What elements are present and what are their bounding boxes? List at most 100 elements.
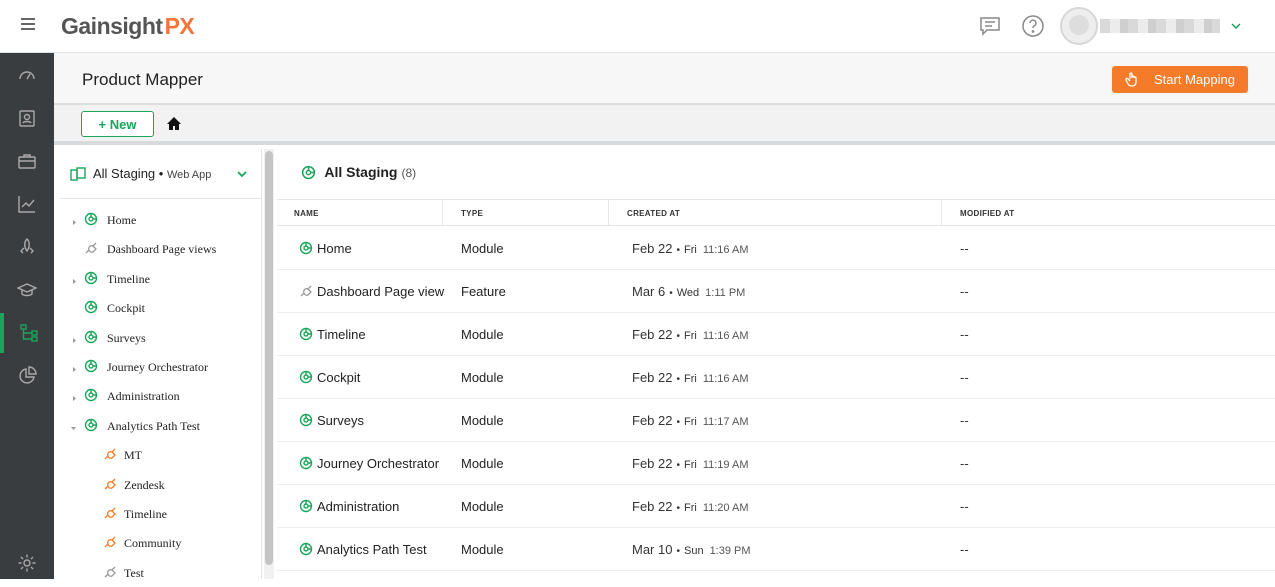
caret-right-icon[interactable] [71,362,78,372]
contacts-icon[interactable] [0,98,54,138]
hamburger-menu-icon[interactable] [21,18,35,30]
row-name[interactable]: Journey Orchestrator [317,456,445,471]
page-title: Product Mapper [82,70,203,89]
row-type: Module [461,542,504,557]
help-icon[interactable] [1021,14,1045,38]
toolbar: + New [54,105,1275,145]
row-created: Mar 10 • Sun 1:39 PM [632,542,751,557]
left-nav [0,53,54,579]
module-icon [299,542,313,556]
row-name[interactable]: Administration [317,499,445,514]
app-selector[interactable]: All Staging • Web App [60,149,262,199]
table-row[interactable]: Administration Module Feb 22 • Fri 11:20 AM -- [277,485,1275,528]
tree-item-label: Community [124,536,182,551]
row-created: Feb 22 • Fri 11:20 AM [632,499,749,514]
tree-item[interactable]: Surveys [60,323,262,352]
tree-item[interactable]: Journey Orchestrator [60,352,262,381]
row-modified: -- [960,413,969,428]
row-created: Feb 22 • Fri 11:16 AM [632,370,749,385]
app-selector-label: All Staging [93,166,156,181]
row-modified: -- [960,327,969,342]
tree-item[interactable]: MT [60,440,262,469]
user-name[interactable] [1100,19,1220,33]
module-icon [299,413,313,427]
tree-item[interactable]: Timeline [60,499,262,528]
column-header-name[interactable]: NAME [294,209,319,218]
tree-item[interactable]: Zendesk [60,470,262,499]
scrollbar-thumb[interactable] [265,151,273,565]
column-header-modified[interactable]: MODIFIED AT [960,209,1014,218]
tree-item[interactable]: Administration [60,381,262,410]
tree-item-label: Home [107,213,137,227]
home-icon[interactable] [166,116,182,132]
table-row[interactable]: Journey Orchestrator Module Feb 22 • Fri 11:1… [277,442,1275,485]
graduation-cap-icon[interactable] [0,270,54,310]
avatar[interactable] [1060,7,1098,45]
row-name[interactable]: Dashboard Page views [317,284,445,299]
column-header-type[interactable]: TYPE [461,209,483,218]
module-icon [84,330,98,344]
pie-chart-icon[interactable] [0,356,54,396]
column-header-created[interactable]: CREATED AT [627,209,680,218]
tree-item[interactable]: Home [60,205,262,234]
row-name[interactable]: Home [317,241,445,256]
table-row[interactable]: Cockpit Module Feb 22 • Fri 11:16 AM -- [277,356,1275,399]
tree-item-label: Timeline [107,271,150,286]
row-name[interactable]: Surveys [317,413,445,428]
chevron-down-icon[interactable] [1230,19,1242,31]
tree-item-label: Dashboard Page views [107,242,217,257]
tree-item[interactable]: Test [60,558,262,587]
main-panel: All Staging (8) NAME TYPE CREATED AT MODI… [277,149,1275,579]
rocket-icon[interactable] [0,227,54,267]
page-header: Product Mapper Start Mapping [54,53,1275,105]
feature-orange-icon [103,535,117,549]
product-mapper-icon[interactable] [0,313,54,353]
table-row[interactable]: Home Module Feb 22 • Fri 11:16 AM -- [277,227,1275,270]
chat-icon[interactable] [978,14,1002,38]
start-mapping-button[interactable]: Start Mapping [1112,66,1248,93]
table-row[interactable]: Dashboard Page views Feature Mar 6 • Wed 1:11… [277,270,1275,313]
chevron-down-icon[interactable] [236,167,248,179]
row-name[interactable]: Timeline [317,327,445,342]
row-type: Module [461,413,504,428]
table-row[interactable]: Timeline Module Feb 22 • Fri 11:16 AM -- [277,313,1275,356]
line-chart-icon[interactable] [0,184,54,224]
tree-item[interactable]: Timeline [60,264,262,293]
tree-item[interactable]: Community [60,528,262,557]
tree-item-label: Surveys [107,330,146,345]
tree-item[interactable]: Dashboard Page views [60,234,262,263]
caret-down-icon[interactable] [70,421,77,430]
main-title: All Staging (8) [301,164,416,180]
speedometer-icon[interactable] [0,55,54,95]
hand-pointer-icon [1124,71,1140,87]
tree-item-label: Zendesk [124,477,165,492]
product-tree: All Staging • Web App Home Dashboard Page… [60,149,262,580]
new-button[interactable]: + New [81,111,154,137]
logo[interactable]: GainsightPX [61,13,195,40]
row-name[interactable]: Cockpit [317,370,445,385]
table-header: NAME TYPE CREATED AT MODIFIED AT [277,199,1275,226]
settings-icon[interactable] [0,543,54,583]
caret-right-icon[interactable] [71,215,78,225]
caret-right-icon[interactable] [71,333,78,343]
tree-item-label: Cockpit [107,301,145,316]
module-icon [84,418,98,432]
row-modified: -- [960,370,969,385]
row-type: Feature [461,284,506,299]
caret-right-icon[interactable] [71,274,78,284]
feature-orange-icon [103,447,117,461]
tree-item-label: Journey Orchestrator [107,360,208,374]
module-icon [299,327,313,341]
briefcase-icon[interactable] [0,141,54,181]
tree-item-label: Administration [107,389,180,404]
row-name[interactable]: Analytics Path Test [317,542,445,557]
feature-icon [84,241,98,255]
table-row[interactable]: Surveys Module Feb 22 • Fri 11:17 AM -- [277,399,1275,442]
module-icon [299,456,313,470]
table-row[interactable]: Analytics Path Test Module Mar 10 • Sun 1:39 … [277,528,1275,571]
row-type: Module [461,241,504,256]
tree-scrollbar[interactable] [264,149,274,579]
caret-right-icon[interactable] [71,391,78,402]
tree-item[interactable]: Analytics Path Test [60,411,262,440]
tree-item[interactable]: Cockpit [60,293,262,322]
